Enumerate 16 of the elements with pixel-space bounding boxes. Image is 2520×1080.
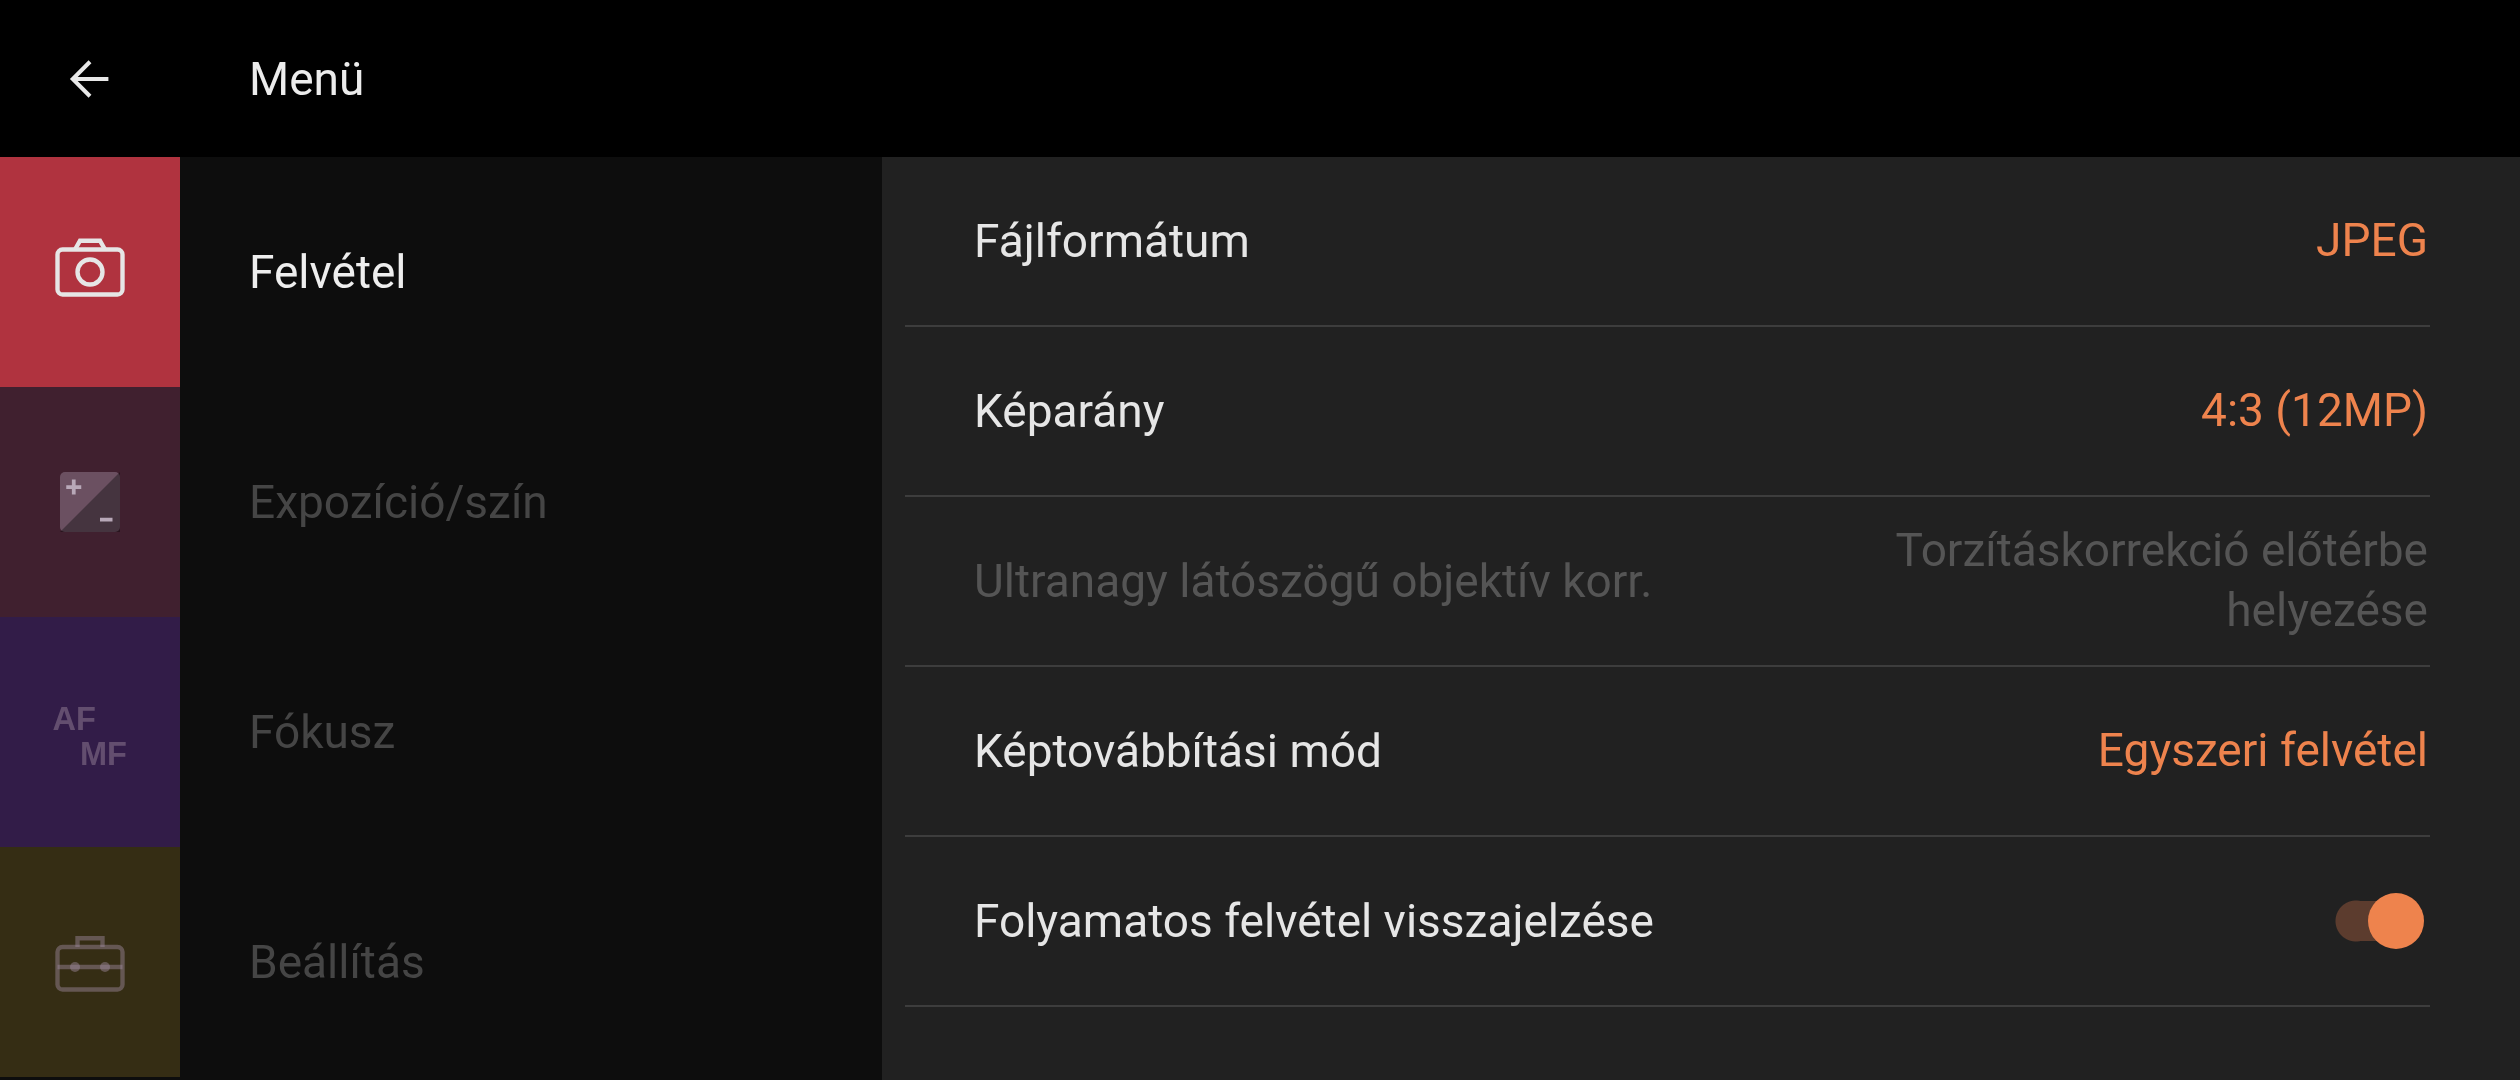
setting-label: Folyamatos felvétel visszajelzése [974,894,1654,948]
setting-label: Képtovábbítási mód [974,724,1382,778]
setting-value: JPEG [2316,212,2428,270]
setting-row[interactable]: Fájlformátum JPEG [905,157,2430,327]
setting-row[interactable]: Folyamatos felvétel visszajelzése [905,837,2430,1007]
setting-value: 4:3 (12MP) [2201,382,2428,440]
setting-row[interactable]: Képtovábbítási mód Egyszeri felvétel [905,667,2430,837]
setting-value: Egyszeri felvétel [2097,722,2428,780]
setting-label: Képarány [974,384,1165,438]
category-item[interactable]: Felvétel [249,245,407,299]
setting-label: Fájlformátum [974,214,1250,268]
header-title: Menü [249,51,365,106]
category-tile[interactable] [0,847,180,1077]
category-tile[interactable] [0,387,180,617]
category-tile[interactable] [0,157,180,387]
setting-row[interactable]: Képarány 4:3 (12MP) [905,327,2430,497]
